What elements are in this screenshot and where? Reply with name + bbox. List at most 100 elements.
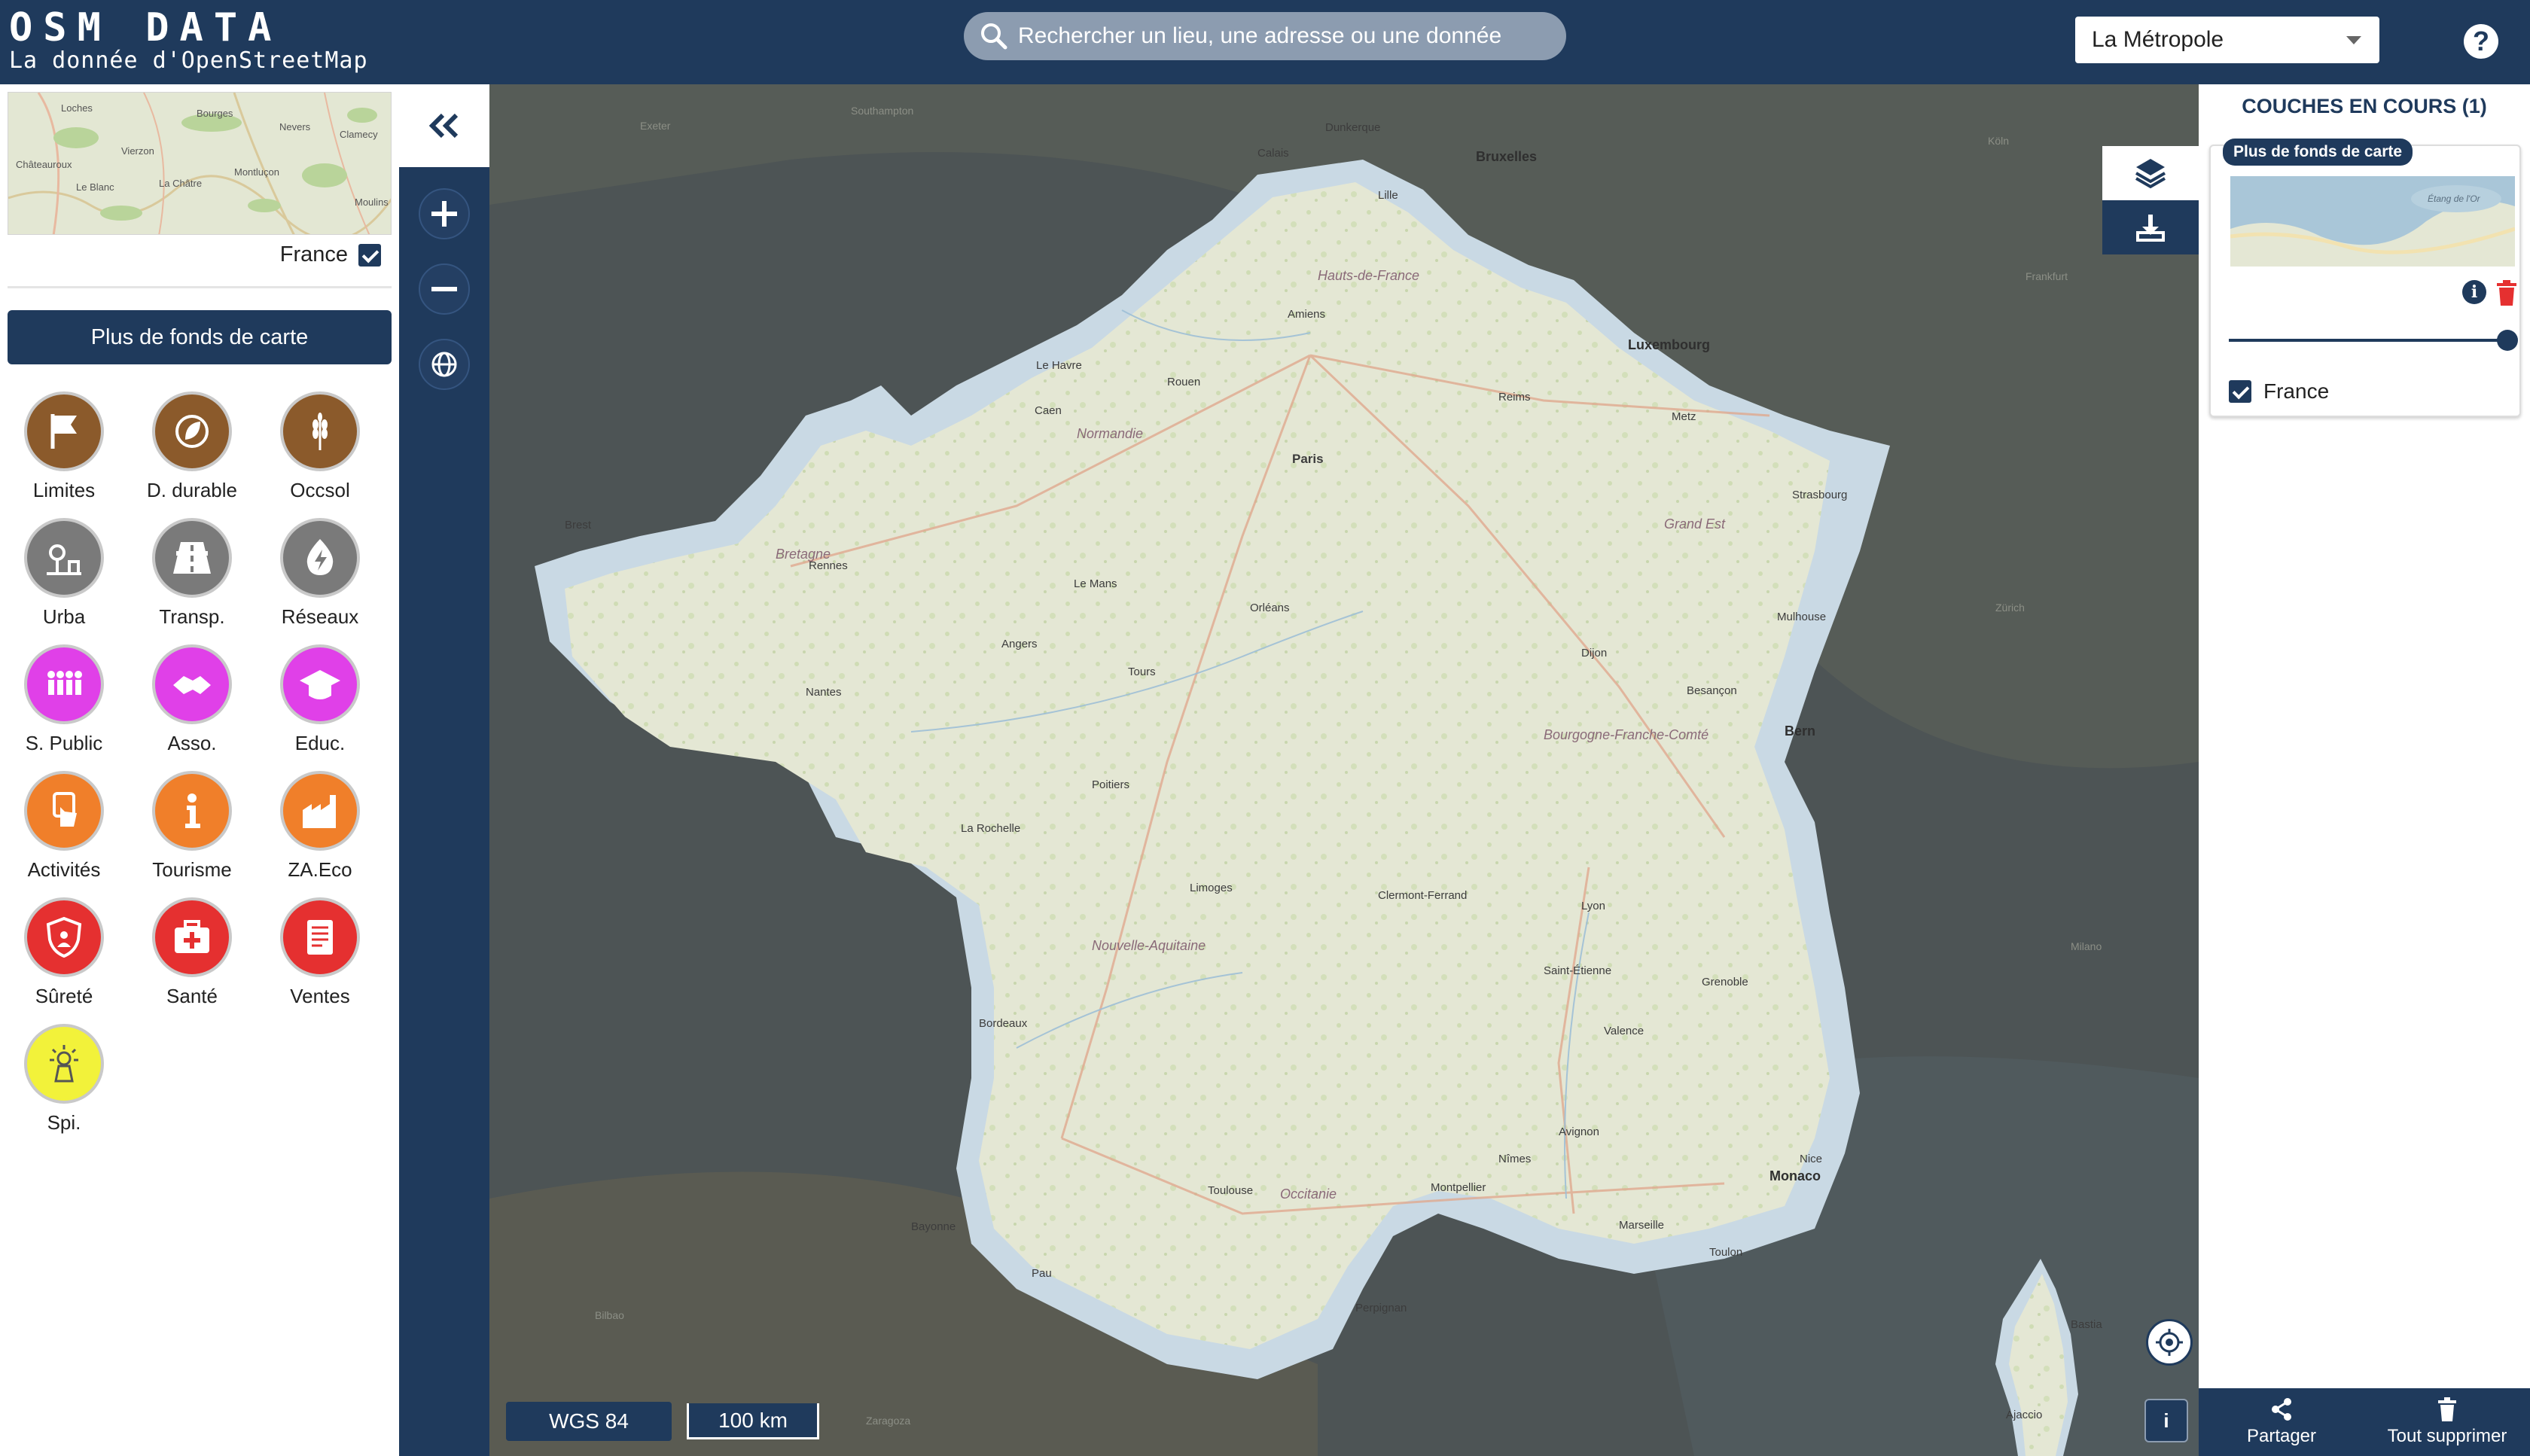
theme-label: Transp. xyxy=(159,605,225,628)
svg-text:Le Havre: Le Havre xyxy=(1036,359,1082,372)
search-input[interactable] xyxy=(1018,23,1545,49)
plus-icon xyxy=(431,201,457,227)
locate-button[interactable] xyxy=(2146,1319,2193,1366)
wheat-icon[interactable] xyxy=(280,391,360,471)
layer-info-icon[interactable]: i xyxy=(2462,280,2486,304)
theme-label: Asso. xyxy=(167,732,217,754)
theme-transp[interactable]: Transp. xyxy=(128,518,256,644)
theme-d-durable[interactable]: D. durable xyxy=(128,391,256,518)
theme-label: Educ. xyxy=(294,732,346,754)
graduation-icon[interactable] xyxy=(280,644,360,724)
map-info-button[interactable]: i xyxy=(2144,1399,2188,1442)
theme-grid: Limites D. durable Occsol Urba Transp. Réseau… xyxy=(0,391,399,1150)
theme-label: S. Public xyxy=(25,732,103,754)
svg-text:Bastia: Bastia xyxy=(2071,1318,2102,1331)
shield-icon[interactable] xyxy=(24,897,104,977)
theme-r-seaux[interactable]: Réseaux xyxy=(256,518,384,644)
leaf-icon[interactable] xyxy=(152,391,232,471)
basemap-checkbox[interactable] xyxy=(358,243,381,267)
theme-sant[interactable]: Santé xyxy=(128,897,256,1024)
projection-label[interactable]: WGS 84 xyxy=(506,1402,672,1441)
layers-button[interactable] xyxy=(2102,146,2199,200)
svg-text:Clamecy: Clamecy xyxy=(340,129,378,140)
hand-icon[interactable] xyxy=(24,771,104,851)
layer-visibility-toggle[interactable]: France xyxy=(2229,379,2329,404)
basemap-toggle[interactable]: France xyxy=(280,242,381,267)
layers-icon xyxy=(2135,159,2166,189)
svg-text:Paris: Paris xyxy=(1292,452,1324,466)
basemap-preview-image: Loches Bourges Nevers Châteauroux Vierzon Cl… xyxy=(8,93,391,234)
svg-text:Moulins: Moulins xyxy=(355,196,389,208)
info-icon[interactable] xyxy=(152,771,232,851)
theme-tourisme[interactable]: Tourisme xyxy=(128,771,256,897)
theme-label: Activités xyxy=(27,858,101,881)
theme-educ[interactable]: Educ. xyxy=(256,644,384,771)
theme-label: Urba xyxy=(42,605,86,628)
region-select-value: La Métropole xyxy=(2092,27,2224,52)
road-icon[interactable] xyxy=(152,518,232,598)
svg-text:Nouvelle-Aquitaine: Nouvelle-Aquitaine xyxy=(1092,938,1206,953)
svg-text:Bourgogne-Franche-Comté: Bourgogne-Franche-Comté xyxy=(1544,727,1709,742)
theme-urba[interactable]: Urba xyxy=(0,518,128,644)
opacity-slider-track[interactable] xyxy=(2229,339,2506,342)
delete-all-button[interactable]: Tout supprimer xyxy=(2364,1388,2530,1456)
theme-label: Santé xyxy=(166,985,218,1007)
theme-activit-s[interactable]: Activités xyxy=(0,771,128,897)
theme-za-eco[interactable]: ZA.Eco xyxy=(256,771,384,897)
more-basemaps-button[interactable]: Plus de fonds de carte xyxy=(8,310,392,364)
svg-text:Nice: Nice xyxy=(1800,1153,1822,1165)
svg-text:Milano: Milano xyxy=(2071,940,2102,952)
svg-text:Bayonne: Bayonne xyxy=(911,1220,956,1233)
svg-text:Occitanie: Occitanie xyxy=(1280,1186,1337,1202)
svg-text:Le Mans: Le Mans xyxy=(1074,577,1117,590)
layer-checkbox[interactable] xyxy=(2229,380,2251,403)
zoom-out-button[interactable] xyxy=(419,263,470,315)
full-extent-button[interactable] xyxy=(419,339,470,390)
collapse-sidebar-button[interactable] xyxy=(399,84,489,167)
factory-icon[interactable] xyxy=(280,771,360,851)
help-button[interactable]: ? xyxy=(2464,24,2498,59)
opacity-slider-handle[interactable] xyxy=(2497,330,2518,351)
spiritual-icon[interactable] xyxy=(24,1024,104,1104)
download-button[interactable] xyxy=(2102,200,2199,254)
receipt-icon[interactable] xyxy=(280,897,360,977)
theme-s-public[interactable]: S. Public xyxy=(0,644,128,771)
theme-ventes[interactable]: Ventes xyxy=(256,897,384,1024)
zoom-in-button[interactable] xyxy=(419,188,470,239)
search-bar[interactable] xyxy=(964,12,1566,60)
theme-label: Réseaux xyxy=(281,605,359,628)
map-canvas[interactable]: Normandie Bretagne Hauts-de-France Grand… xyxy=(489,84,2199,1456)
brand-logo[interactable]: OSM DATA La donnée d'OpenStreetMap xyxy=(9,8,368,74)
layers-panel-title: COUCHES EN COURS (1) xyxy=(2242,95,2487,117)
svg-text:Bruxelles: Bruxelles xyxy=(1476,149,1537,164)
svg-text:Rennes: Rennes xyxy=(809,559,848,572)
svg-text:Bourges: Bourges xyxy=(197,108,233,119)
svg-text:Mulhouse: Mulhouse xyxy=(1777,611,1826,623)
svg-text:Marseille: Marseille xyxy=(1619,1219,1664,1232)
layer-name: France xyxy=(2263,379,2330,403)
theme-s-ret[interactable]: Sûreté xyxy=(0,897,128,1024)
theme-limites[interactable]: Limites xyxy=(0,391,128,518)
svg-text:Calais: Calais xyxy=(1257,147,1289,160)
theme-asso[interactable]: Asso. xyxy=(128,644,256,771)
svg-text:Luxembourg: Luxembourg xyxy=(1628,337,1710,352)
flag-icon[interactable] xyxy=(24,391,104,471)
svg-text:La Rochelle: La Rochelle xyxy=(961,822,1020,835)
region-select[interactable]: La Métropole xyxy=(2075,17,2379,63)
energy-icon[interactable] xyxy=(280,518,360,598)
svg-text:Monaco: Monaco xyxy=(1769,1168,1821,1183)
svg-text:Bern: Bern xyxy=(1785,723,1815,739)
handshake-icon[interactable] xyxy=(152,644,232,724)
people-icon[interactable] xyxy=(24,644,104,724)
theme-occsol[interactable]: Occsol xyxy=(256,391,384,518)
caret-down-icon xyxy=(2346,36,2361,44)
theme-spi[interactable]: Spi. xyxy=(0,1024,128,1150)
app-header: OSM DATA La donnée d'OpenStreetMap La Mé… xyxy=(0,0,2530,84)
theme-label: ZA.Eco xyxy=(288,858,352,881)
basemap-preview[interactable]: Loches Bourges Nevers Châteauroux Vierzon Cl… xyxy=(8,92,392,235)
trash-icon[interactable] xyxy=(2495,280,2518,306)
svg-text:Caen: Caen xyxy=(1035,404,1062,417)
urban-icon[interactable] xyxy=(24,518,104,598)
medkit-icon[interactable] xyxy=(152,897,232,977)
share-button[interactable]: Partager xyxy=(2199,1388,2364,1456)
